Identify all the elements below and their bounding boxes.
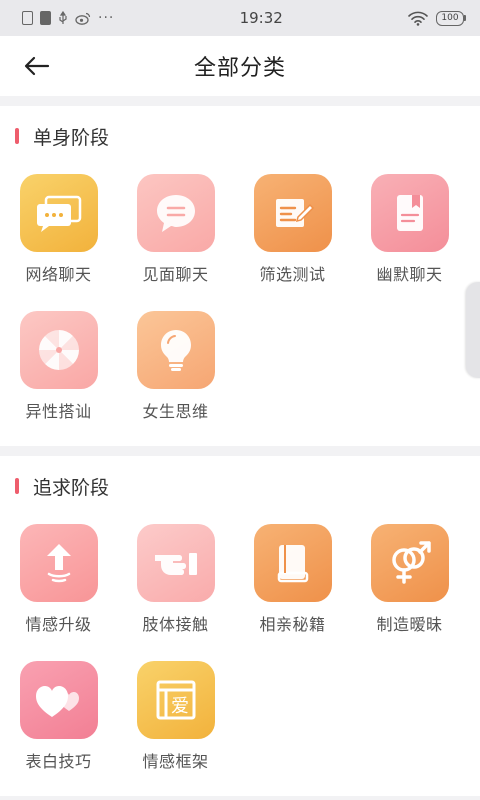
category-item-humor-chat[interactable]: 幽默聊天: [351, 160, 468, 297]
category-label: 网络聊天: [25, 265, 92, 284]
category-item-confession-tips[interactable]: 表白技巧: [0, 647, 117, 784]
section-header: 追求阶段: [0, 470, 480, 502]
category-label: 相亲秘籍: [259, 615, 326, 634]
hearts-icon: [19, 661, 98, 739]
category-item-pickup[interactable]: 异性搭讪: [0, 297, 117, 434]
category-item-body-contact[interactable]: 肢体接触: [117, 510, 234, 647]
category-item-emotion-upgrade[interactable]: 情感升级: [0, 510, 117, 647]
weibo-icon: [75, 12, 91, 25]
page-title: 全部分类: [193, 56, 286, 81]
status-bar: ··· 19:32 100: [0, 0, 480, 36]
section-pursuit-stage: 追求阶段 情感升级 肢体接触 相亲秘籍 制造暧昧 表白技巧 爱 情感框架: [0, 456, 480, 796]
category-grid: 情感升级 肢体接触 相亲秘籍 制造暧昧 表白技巧 爱 情感框架: [0, 502, 480, 784]
category-item-create-ambiguity[interactable]: 制造暧昧: [351, 510, 468, 647]
pinwheel-icon: [19, 311, 98, 389]
pointing-hand-icon: [136, 524, 215, 602]
category-item-meet-chat[interactable]: 见面聊天: [117, 160, 234, 297]
category-label: 见面聊天: [142, 265, 209, 284]
section-accent-bar: [15, 478, 19, 494]
floating-side-handle[interactable]: [466, 282, 480, 378]
category-label: 表白技巧: [25, 752, 92, 771]
gender-symbols-icon: [370, 524, 449, 602]
notebook-icon: [370, 174, 449, 252]
category-label: 幽默聊天: [376, 265, 443, 284]
section-accent-bar: [15, 128, 19, 144]
wifi-icon: [408, 11, 428, 26]
sim-card-icon: [22, 11, 33, 25]
category-item-female-thinking[interactable]: 女生思维: [117, 297, 234, 434]
checklist-edit-icon: [253, 174, 332, 252]
status-time: 19:32: [239, 9, 283, 27]
usb-icon: [59, 10, 67, 24]
svg-text:爱: 爱: [171, 696, 189, 717]
section-header: 单身阶段: [0, 120, 480, 152]
category-label: 筛选测试: [259, 265, 326, 284]
status-left-icons: ···: [22, 10, 114, 26]
category-item-online-chat[interactable]: 网络聊天: [0, 160, 117, 297]
category-label: 制造暧昧: [376, 615, 443, 634]
chat-bubbles-icon: [19, 174, 98, 252]
lightbulb-icon: [136, 311, 215, 389]
status-right-icons: 100: [408, 10, 466, 26]
sim-card-icon: [40, 11, 51, 25]
category-item-screening-test[interactable]: 筛选测试: [234, 160, 351, 297]
section-title: 追求阶段: [33, 476, 110, 499]
category-label: 肢体接触: [142, 615, 209, 634]
nav-bar: 全部分类: [0, 36, 480, 96]
section-single-stage: 单身阶段 网络聊天 见面聊天 筛选测试 幽默聊天 异性搭讪 女生思维: [0, 106, 480, 446]
speech-bubble-icon: [136, 174, 215, 252]
category-item-emotion-frame[interactable]: 爱 情感框架: [117, 647, 234, 784]
battery-level: 100: [436, 10, 464, 26]
back-arrow-icon[interactable]: [22, 52, 52, 80]
category-label: 情感升级: [25, 615, 92, 634]
arrow-up-icon: [19, 524, 98, 602]
section-title: 单身阶段: [33, 126, 110, 149]
battery-icon: 100: [436, 10, 466, 26]
category-label: 女生思维: [142, 402, 209, 421]
love-frame-icon: 爱: [136, 661, 215, 739]
category-label: 异性搭讪: [25, 402, 92, 421]
category-item-blind-date-tips[interactable]: 相亲秘籍: [234, 510, 351, 647]
book-icon: [253, 524, 332, 602]
category-label: 情感框架: [142, 752, 209, 771]
more-notifications-icon: ···: [98, 10, 115, 26]
category-grid: 网络聊天 见面聊天 筛选测试 幽默聊天 异性搭讪 女生思维: [0, 152, 480, 434]
